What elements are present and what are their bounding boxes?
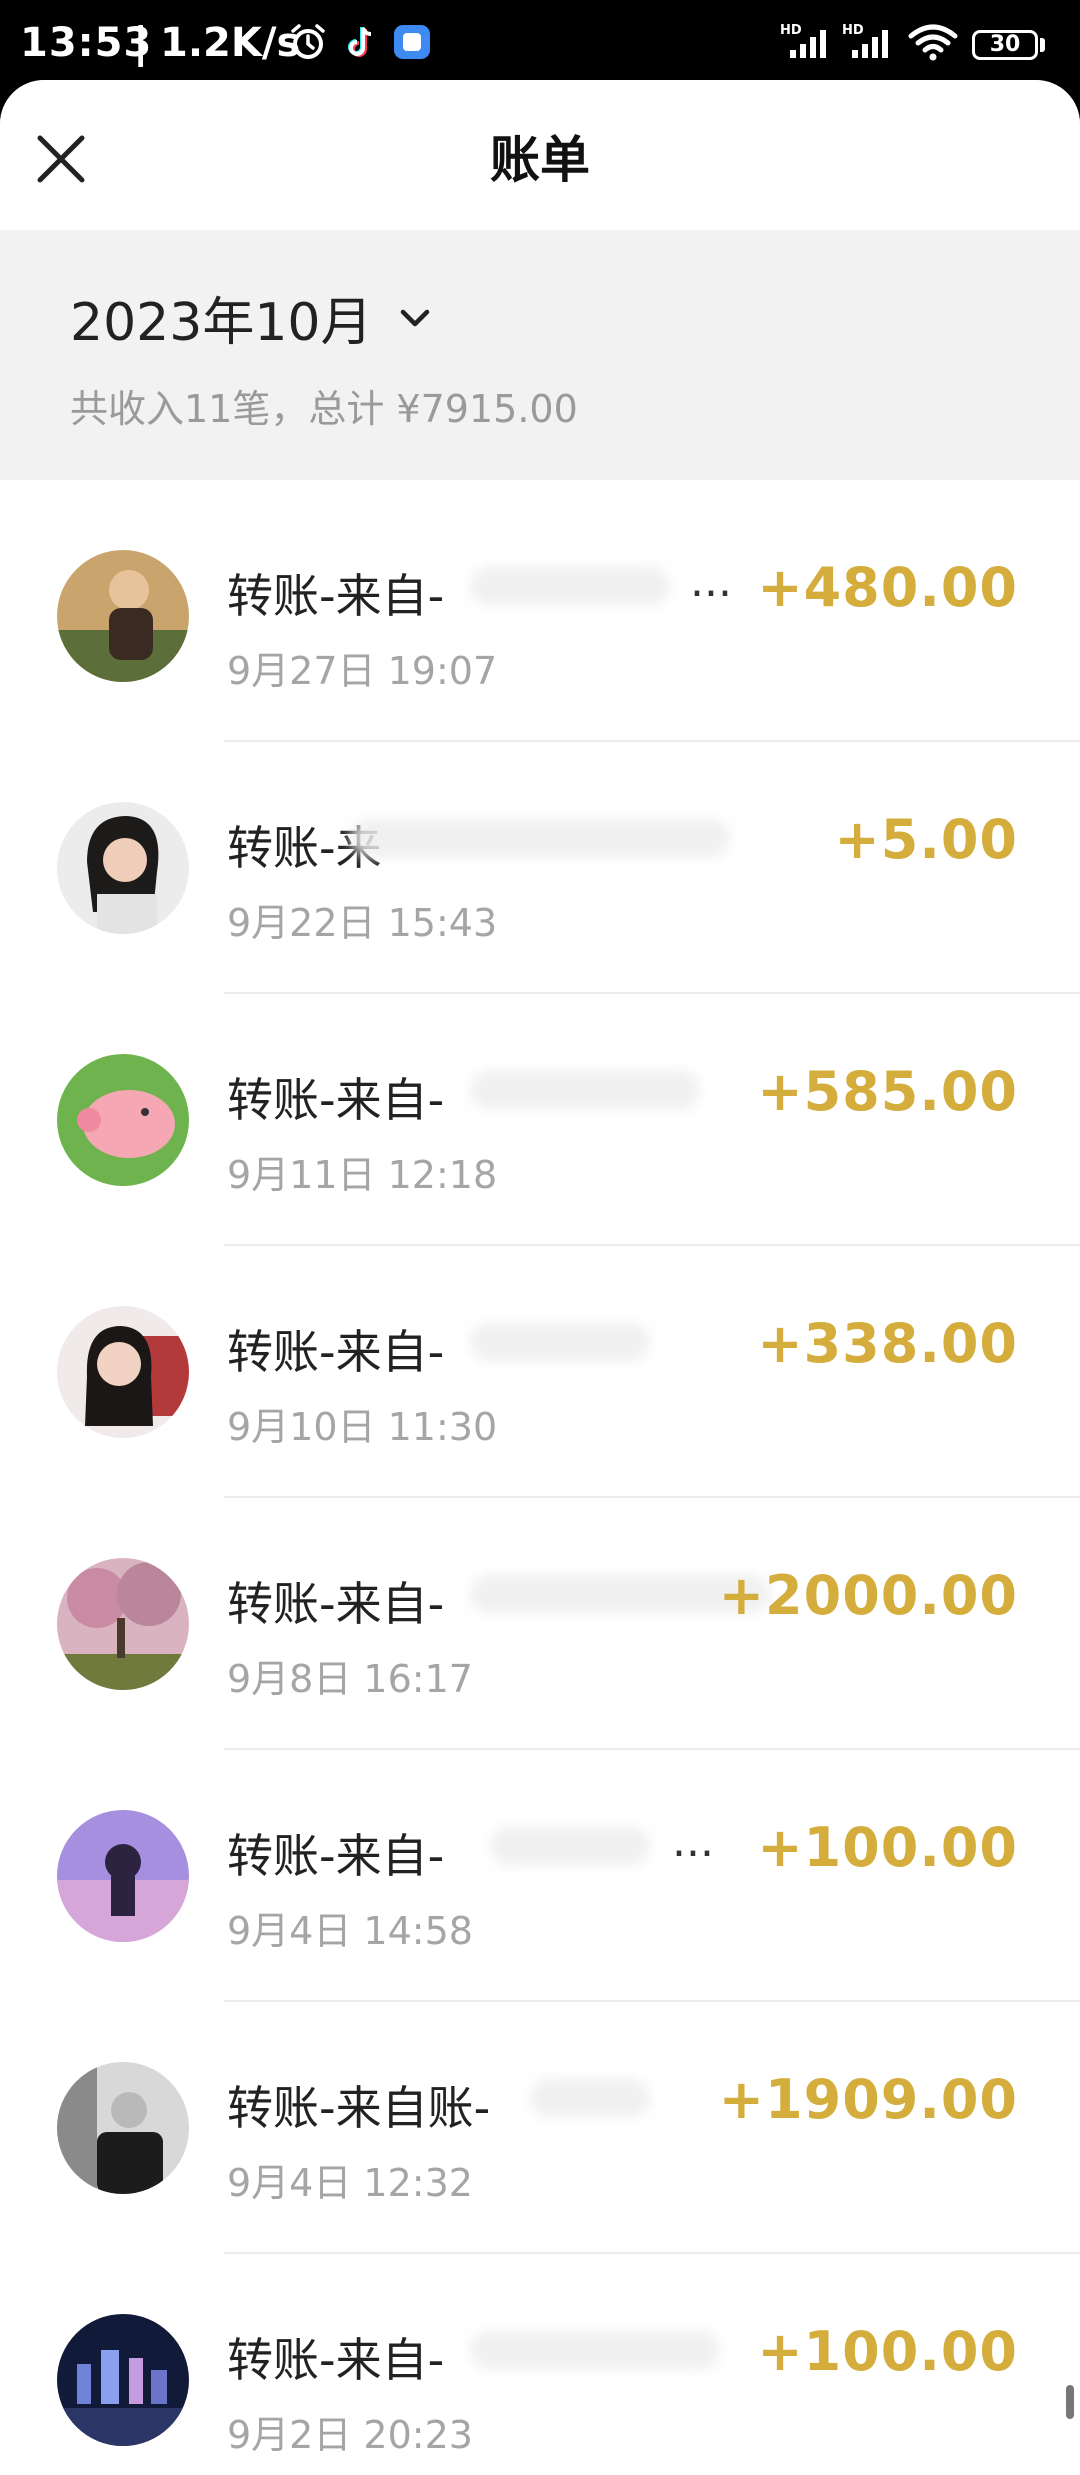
status-bar: 13:53 | 1.2K/s HD HD 30 (0, 0, 1080, 80)
avatar (57, 1054, 189, 1186)
masked-name (470, 2330, 720, 2370)
list-item[interactable]: 转账-来自- 9月11日 12:18 +585.00 (0, 994, 1080, 1246)
list-item[interactable]: 转账-来自- 9月8日 16:17 +2000.00 (0, 1498, 1080, 1750)
alarm-icon (291, 24, 325, 59)
hd-signal-icon: HD (780, 23, 826, 58)
transaction-amount: +100.00 (757, 2320, 1018, 2383)
masked-name (490, 1826, 650, 1866)
transaction-title: 转账-来自- (227, 1073, 445, 1127)
list-item[interactable]: 转账-来自账- 9月4日 12:32 +1909.00 (0, 2002, 1080, 2254)
tiktok-icon (348, 27, 372, 57)
list-item[interactable]: 转账-来自- ... 9月4日 14:58 +100.00 (0, 1750, 1080, 2002)
transaction-amount: +1909.00 (718, 2068, 1018, 2131)
status-separator: | (133, 18, 149, 67)
income-summary: 共收入11笔，总计 ¥7915.00 (70, 387, 578, 431)
masked-name (470, 1322, 650, 1362)
avatar (57, 1810, 189, 1942)
transaction-title: 转账-来自账- (227, 2081, 491, 2135)
list-item[interactable]: 转账-来 9月22日 15:43 +5.00 (0, 742, 1080, 994)
transaction-time: 9月4日 14:58 (227, 1909, 473, 1953)
transaction-title: 转账-来自- (227, 1577, 445, 1631)
month-selector[interactable]: 2023年10月 (70, 280, 435, 355)
avatar (57, 2314, 189, 2446)
transaction-time: 9月4日 12:32 (227, 2161, 473, 2205)
battery-level: 30 (989, 32, 1021, 57)
masked-name (470, 566, 670, 606)
transaction-amount: +585.00 (757, 1060, 1018, 1123)
title-ellipsis: ... (690, 556, 732, 607)
transaction-time: 9月8日 16:17 (227, 1657, 473, 1701)
list-item[interactable]: 转账-来自- 9月2日 20:23 +100.00 (0, 2254, 1080, 2475)
masked-name (470, 1070, 700, 1110)
screen: 13:53 | 1.2K/s HD HD 30 账单 2023年10月 共收入1… (0, 0, 1080, 2475)
masked-name (350, 818, 730, 858)
transaction-title: 转账-来自- (227, 1829, 445, 1883)
svg-text:HD: HD (780, 23, 802, 38)
month-label: 2023年10月 (70, 293, 373, 353)
chevron-down-icon (400, 309, 429, 326)
battery-tip (1040, 38, 1045, 52)
month-summary: 2023年10月 共收入11笔，总计 ¥7915.00 (0, 230, 1080, 480)
transaction-list: 转账-来自- ... 9月27日 19:07 +480.00 转账-来 9月22… (0, 490, 1080, 2475)
transaction-time: 9月2日 20:23 (227, 2413, 473, 2457)
bill-sheet: 账单 2023年10月 共收入11笔，总计 ¥7915.00 转账-来自- ..… (0, 80, 1080, 2475)
scrollbar[interactable] (1066, 2385, 1074, 2419)
page-title: 账单 (490, 131, 590, 189)
transaction-time: 9月27日 19:07 (227, 649, 498, 693)
transaction-title: 转账-来自- (227, 1325, 445, 1379)
masked-name (530, 2078, 650, 2118)
list-item[interactable]: 转账-来自- ... 9月27日 19:07 +480.00 (0, 490, 1080, 742)
svg-text:HD: HD (842, 23, 864, 38)
transaction-amount: +480.00 (757, 556, 1018, 619)
transaction-amount: +2000.00 (718, 1564, 1018, 1627)
transaction-time: 9月11日 12:18 (227, 1153, 498, 1197)
hd-signal-icon: HD (842, 23, 888, 58)
battery-icon: 30 (972, 30, 1038, 60)
title-ellipsis: ... (672, 1816, 714, 1867)
transaction-amount: +5.00 (834, 808, 1018, 871)
transaction-amount: +338.00 (757, 1312, 1018, 1375)
nav-bar: 账单 (0, 80, 1080, 230)
avatar (57, 550, 189, 682)
list-item[interactable]: 转账-来自- 9月10日 11:30 +338.00 (0, 1246, 1080, 1498)
app-icon (394, 25, 430, 59)
wifi-icon (908, 24, 958, 61)
transaction-time: 9月22日 15:43 (227, 901, 498, 945)
transaction-title: 转账-来自- (227, 2333, 445, 2387)
network-speed: 1.2K/s (160, 20, 301, 66)
avatar (57, 1558, 189, 1690)
avatar (57, 1306, 189, 1438)
transaction-title: 转账-来自- (227, 569, 445, 623)
transaction-amount: +100.00 (757, 1816, 1018, 1879)
avatar (57, 802, 189, 934)
transaction-time: 9月10日 11:30 (227, 1405, 498, 1449)
avatar (57, 2062, 189, 2194)
